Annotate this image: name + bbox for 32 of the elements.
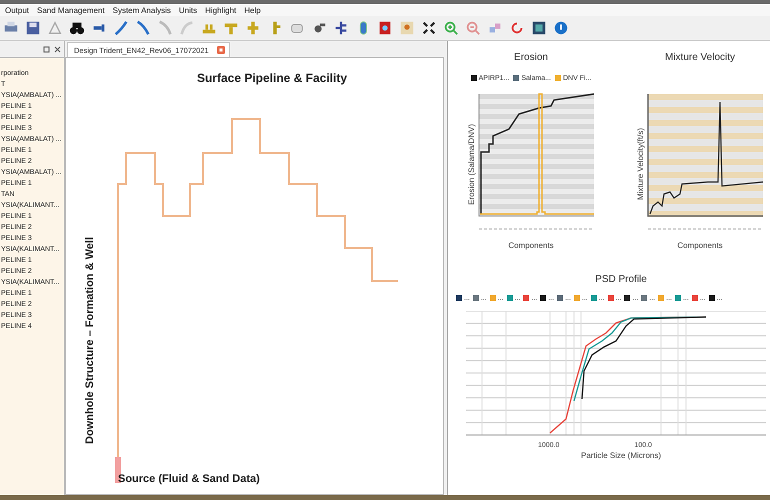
- binoculars-icon[interactable]: [69, 20, 85, 36]
- save-icon[interactable]: [25, 20, 41, 36]
- menu-item[interactable]: System Analysis: [112, 6, 171, 14]
- refresh-icon[interactable]: [509, 20, 525, 36]
- bend-pipe-icon[interactable]: [113, 20, 129, 36]
- close-icon[interactable]: [54, 46, 61, 52]
- axis-label: Downhole Structure – Formation & Well: [84, 237, 96, 444]
- menu-item[interactable]: Output: [5, 6, 30, 14]
- menu-item[interactable]: Help: [244, 6, 261, 14]
- axis-label: Components: [508, 241, 554, 250]
- bend-pipe-icon[interactable]: [135, 20, 151, 36]
- fork-icon[interactable]: [333, 20, 349, 36]
- chart-title: Mixture Velocity: [664, 52, 736, 63]
- close-icon[interactable]: [216, 46, 225, 54]
- axis-label: Erosion (Salama/DNV): [466, 124, 476, 204]
- help-icon[interactable]: [553, 20, 569, 36]
- source-label: Source (Fluid & Sand Data): [118, 473, 261, 485]
- panel-icon[interactable]: [531, 20, 547, 36]
- zoom-out-icon[interactable]: [465, 20, 481, 36]
- chart-title: PSD Profile: [595, 274, 647, 285]
- chart-title: Erosion: [514, 52, 548, 63]
- fit-view-icon[interactable]: [421, 20, 437, 36]
- menu-item[interactable]: Sand Management: [37, 6, 105, 14]
- menu-item[interactable]: Units: [178, 6, 198, 14]
- zoom-in-icon[interactable]: [443, 20, 459, 36]
- axis-label: Particle Size (Microns): [580, 451, 661, 460]
- axis-label: Mixture Velocity(ft/s): [636, 128, 644, 200]
- menu-item[interactable]: Highlight: [205, 6, 236, 14]
- axis-label: Components: [677, 241, 723, 250]
- float-panel-icon[interactable]: [43, 46, 50, 52]
- shape-icon[interactable]: [47, 20, 63, 36]
- diagram-title: Surface Pipeline & Facility: [196, 71, 348, 85]
